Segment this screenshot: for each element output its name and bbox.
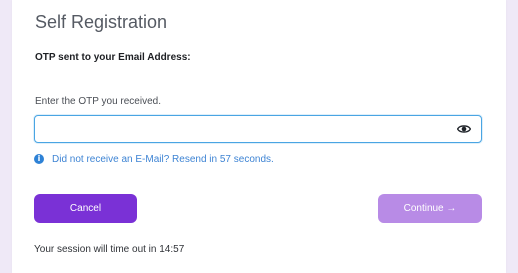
- continue-button[interactable]: Continue →: [378, 194, 482, 223]
- info-icon: i: [34, 154, 44, 164]
- otp-sent-heading: OTP sent to your Email Address:: [35, 52, 191, 63]
- session-timeout-text: Your session will time out in 14:57: [34, 244, 185, 255]
- page-title: Self Registration: [35, 12, 168, 32]
- resend-message[interactable]: Did not receive an E-Mail? Resend in 57 …: [52, 154, 274, 165]
- cancel-button[interactable]: Cancel: [34, 194, 137, 223]
- otp-field[interactable]: [34, 115, 482, 143]
- resend-info-row: i Did not receive an E-Mail? Resend in 5…: [34, 152, 274, 166]
- otp-field-label: Enter the OTP you received.: [35, 96, 161, 107]
- registration-card: Self Registration OTP sent to your Email…: [12, 0, 506, 273]
- eye-icon[interactable]: [457, 123, 471, 135]
- otp-input[interactable]: [41, 120, 450, 140]
